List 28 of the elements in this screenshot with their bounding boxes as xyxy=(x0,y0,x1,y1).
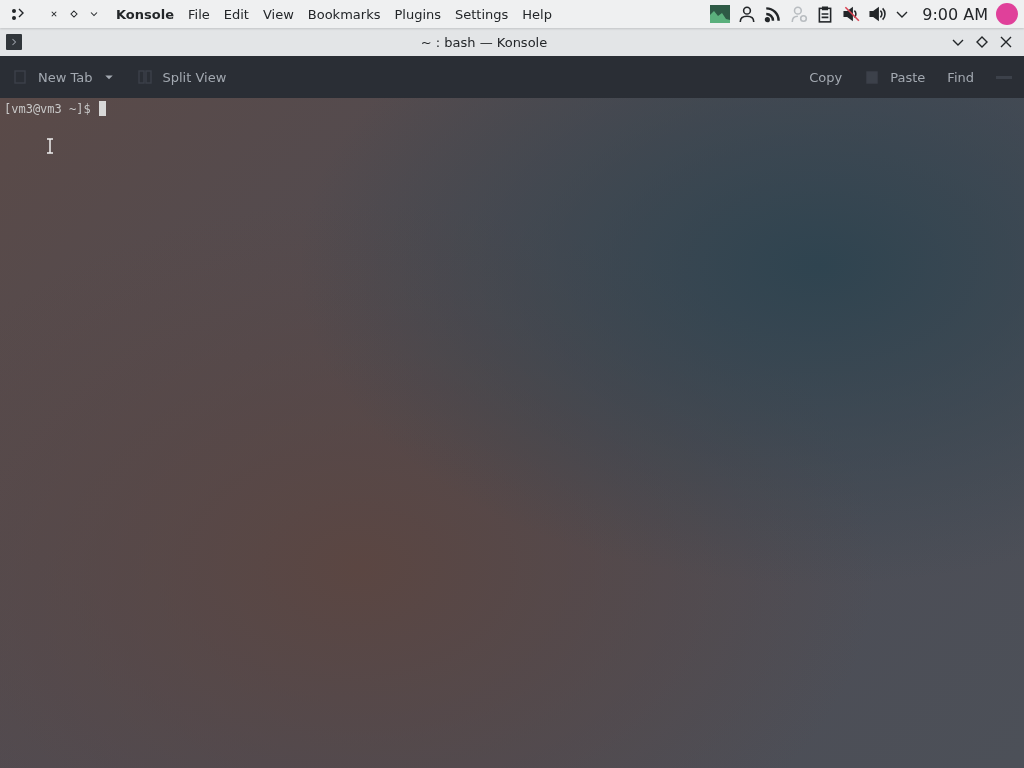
window-title: ~ : bash — Konsole xyxy=(419,34,549,50)
menu-item[interactable]: Edit xyxy=(216,6,256,22)
menu-item[interactable]: Help xyxy=(515,6,559,22)
user-icon xyxy=(738,5,757,23)
toolbar-button[interactable]: Paste xyxy=(858,65,932,89)
muted-speaker-icon xyxy=(842,5,861,23)
speaker-icon xyxy=(868,5,887,23)
menu-item[interactable]: Plugins xyxy=(387,6,448,22)
menu-item[interactable]: View xyxy=(255,6,301,22)
toolbar-button[interactable]: Copy xyxy=(803,65,849,89)
app-name: Konsole xyxy=(115,6,175,22)
menu-item[interactable]: Bookmarks xyxy=(300,6,388,22)
diamond-icon xyxy=(974,34,990,50)
mouse-ibeam-icon xyxy=(46,138,54,154)
feed-icon xyxy=(764,5,783,23)
text-cursor xyxy=(98,101,106,116)
toolbar-button[interactable]: Find xyxy=(941,65,980,89)
clock[interactable]: 9:00 AM xyxy=(914,4,996,24)
shell-prompt: [vm3@vm3 ~]$ xyxy=(4,101,91,116)
close-icon xyxy=(998,34,1014,50)
avatar[interactable] xyxy=(996,3,1018,25)
menu-item[interactable]: Settings xyxy=(448,6,516,22)
menu-item[interactable]: File xyxy=(181,6,217,22)
toolbar-button[interactable]: New Tab xyxy=(6,65,121,89)
user-icon xyxy=(790,5,809,23)
dots-icon xyxy=(10,6,26,22)
diamond-icon xyxy=(68,8,80,20)
toolbar-button[interactable]: Split View xyxy=(130,65,233,89)
